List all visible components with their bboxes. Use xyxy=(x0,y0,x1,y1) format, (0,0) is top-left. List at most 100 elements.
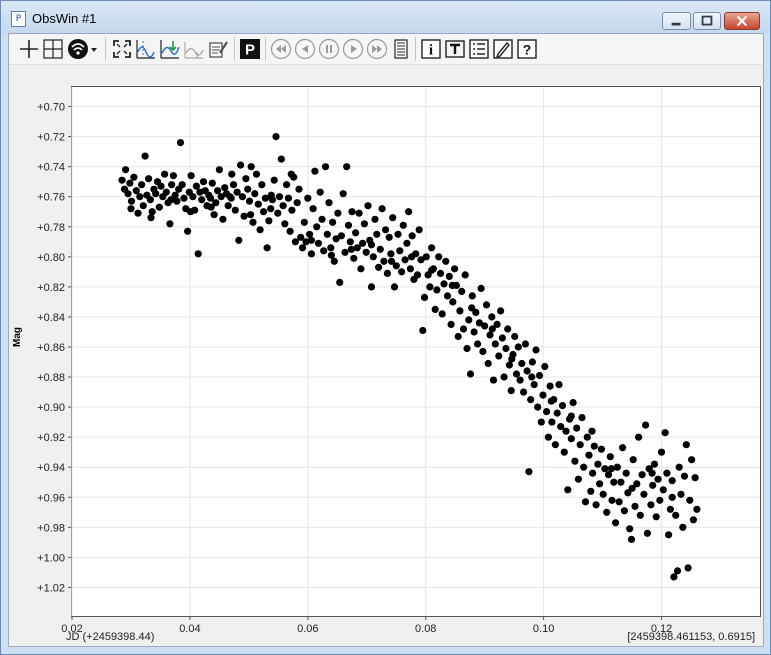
data-point xyxy=(148,208,156,216)
data-point xyxy=(622,469,630,477)
data-point xyxy=(488,313,496,321)
data-point xyxy=(286,227,294,235)
data-point xyxy=(134,209,142,217)
y-tick-label: +0.90 xyxy=(37,402,65,414)
data-point xyxy=(329,218,337,226)
data-point xyxy=(238,193,246,201)
y-tick-label: +0.98 xyxy=(37,522,65,534)
x-tick-label: 0.06 xyxy=(297,623,318,635)
data-point xyxy=(184,227,192,235)
data-point xyxy=(560,448,568,456)
y-tick-label: +1.00 xyxy=(37,552,65,564)
client-area: P i ? +0.70 +0.72 +0.74 +0.76 +0.78 +0.8… xyxy=(8,33,764,647)
data-point xyxy=(396,247,404,255)
data-point xyxy=(507,387,515,395)
y-tick-label: +0.86 xyxy=(37,342,65,354)
data-point xyxy=(267,205,275,213)
data-point xyxy=(357,265,365,273)
data-point xyxy=(463,344,471,353)
data-point xyxy=(504,325,512,333)
data-point xyxy=(580,463,588,471)
data-point xyxy=(512,370,521,378)
maximize-icon xyxy=(701,15,713,26)
data-point xyxy=(275,193,284,201)
data-point xyxy=(281,220,289,228)
data-point xyxy=(141,152,149,160)
data-point xyxy=(166,220,174,228)
data-point xyxy=(157,182,165,190)
data-point xyxy=(652,513,660,521)
data-point xyxy=(180,194,188,202)
data-point xyxy=(347,245,355,253)
data-point xyxy=(479,347,487,356)
data-point xyxy=(194,250,202,258)
data-point xyxy=(482,301,491,309)
x-tick-label: 0.04 xyxy=(179,623,200,635)
data-point xyxy=(606,453,614,461)
data-point xyxy=(583,433,591,441)
data-point xyxy=(629,456,637,464)
data-point xyxy=(394,230,402,238)
data-point xyxy=(311,167,319,175)
y-tick-label: +0.72 xyxy=(37,132,65,144)
data-point xyxy=(608,496,616,504)
data-point xyxy=(369,253,377,261)
data-point xyxy=(161,170,169,178)
data-point xyxy=(689,516,698,524)
data-point xyxy=(620,507,629,515)
data-point xyxy=(679,523,687,531)
data-point xyxy=(401,256,409,264)
data-point xyxy=(543,408,551,416)
y-tick-label: +0.96 xyxy=(37,492,65,504)
data-point xyxy=(576,441,584,449)
data-point xyxy=(350,254,358,262)
data-point xyxy=(520,388,528,396)
data-point xyxy=(530,381,538,389)
data-point xyxy=(387,257,396,265)
data-point xyxy=(675,463,683,471)
data-point xyxy=(229,181,238,189)
y-tick-label: +0.82 xyxy=(37,282,65,294)
data-point xyxy=(187,172,195,180)
data-point xyxy=(362,248,370,256)
data-point xyxy=(152,190,160,198)
maximize-button[interactable] xyxy=(693,12,721,30)
data-point xyxy=(321,163,330,171)
data-point xyxy=(277,155,285,163)
data-point xyxy=(638,471,646,479)
data-point xyxy=(567,412,575,420)
minimize-button[interactable] xyxy=(662,12,691,30)
data-point xyxy=(339,190,347,198)
data-point xyxy=(607,465,616,473)
data-point xyxy=(523,367,531,375)
data-point xyxy=(348,208,356,216)
data-point xyxy=(210,211,218,219)
data-point xyxy=(130,173,138,181)
data-point xyxy=(167,196,175,204)
data-point xyxy=(375,263,383,271)
data-point xyxy=(287,170,295,178)
data-point xyxy=(428,244,436,252)
data-point xyxy=(518,359,526,368)
data-point xyxy=(323,230,331,238)
data-point xyxy=(599,490,607,498)
data-point xyxy=(284,194,292,202)
data-point xyxy=(601,465,609,473)
close-button[interactable] xyxy=(724,12,760,30)
data-point xyxy=(537,418,545,426)
data-point xyxy=(433,286,441,294)
data-point xyxy=(189,193,197,201)
data-point xyxy=(304,194,312,202)
data-point xyxy=(176,139,185,147)
data-point xyxy=(435,253,443,261)
data-point xyxy=(443,292,452,300)
y-tick-label: +0.84 xyxy=(37,312,65,324)
data-point xyxy=(684,564,692,572)
data-point xyxy=(553,409,561,417)
data-point xyxy=(346,238,354,246)
title-bar[interactable]: P ObsWin #1 xyxy=(1,1,770,33)
cursor-coordinates: [2459398.461153, 0.6915] xyxy=(627,631,755,643)
data-point xyxy=(318,215,326,223)
data-point xyxy=(693,505,701,513)
data-point xyxy=(240,212,248,220)
